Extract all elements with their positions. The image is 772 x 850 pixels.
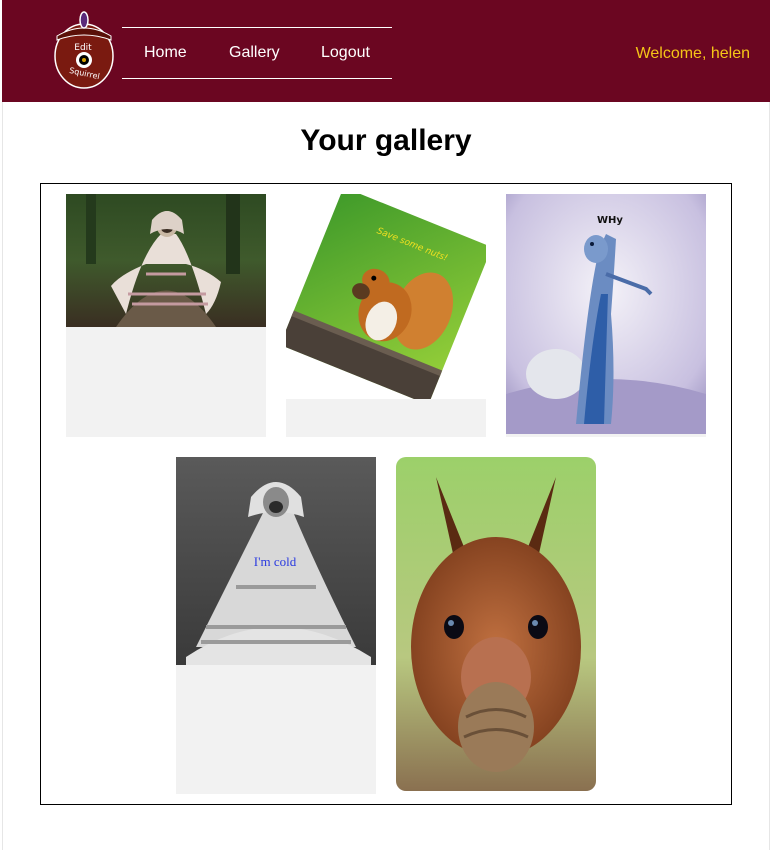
gallery-card[interactable]: Save some nuts! — [286, 194, 486, 437]
squirrel-standing-inverted-image: WHy — [506, 194, 706, 434]
edit-squirrel-logo[interactable]: Edit Squirrel — [52, 10, 116, 90]
gallery-card[interactable]: WHy — [506, 194, 706, 437]
logo-text-top: Edit — [74, 43, 92, 53]
gallery-card[interactable]: I'm cold — [176, 457, 376, 794]
squirrel-eating-nuts-image: Save some nuts! — [286, 194, 486, 404]
card-footer — [286, 399, 486, 437]
site-header: Edit Squirrel Home Gallery Logout Welcom… — [2, 0, 770, 102]
squirrel-holding-walnut-image — [396, 457, 596, 791]
nav-gallery-link[interactable]: Gallery — [229, 44, 280, 62]
gallery-card[interactable] — [396, 457, 596, 791]
pug-blanket-grayscale-image: I'm cold — [176, 457, 376, 665]
pug-blanket-forest-image — [66, 194, 266, 327]
acorn-logo-icon: Edit Squirrel — [54, 11, 114, 89]
nav-home-link[interactable]: Home — [144, 44, 187, 62]
page-title: Your gallery — [300, 124, 472, 157]
im-cold-caption: I'm cold — [254, 554, 297, 569]
welcome-message: Welcome, helen — [635, 45, 750, 62]
nav-logout-link[interactable]: Logout — [321, 44, 370, 62]
gallery-card[interactable] — [66, 194, 266, 437]
main-nav: Home Gallery Logout — [122, 27, 392, 79]
why-caption: WHy — [597, 215, 623, 226]
gallery-grid: Save some nuts! WHy I'm cold — [40, 183, 732, 805]
